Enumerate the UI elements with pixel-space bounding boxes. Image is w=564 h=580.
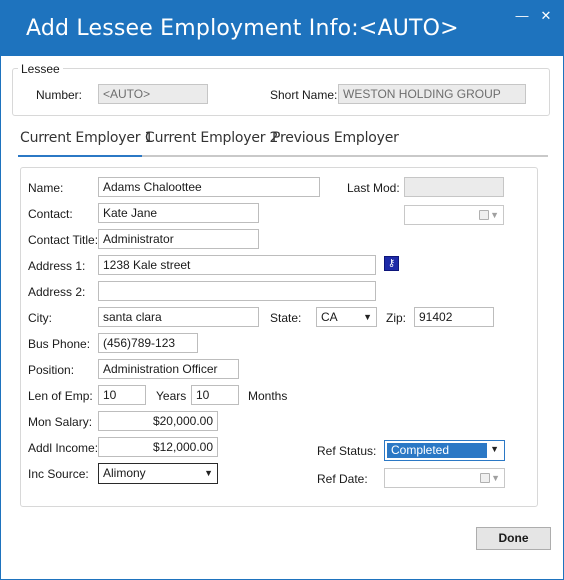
city-label: City: <box>28 311 52 325</box>
mon-salary-input[interactable]: $20,000.00 <box>98 411 218 431</box>
position-label: Position: <box>28 363 75 377</box>
chevron-down-icon: ▼ <box>490 444 499 454</box>
addl-income-input[interactable]: $12,000.00 <box>98 437 218 457</box>
state-value: CA <box>321 310 338 324</box>
number-field: <AUTO> <box>98 84 208 104</box>
city-input[interactable]: santa clara <box>98 307 259 327</box>
short-name-label: Short Name: <box>270 88 338 102</box>
contact-title-label: Contact Title: <box>28 233 99 247</box>
calendar-icon <box>480 473 490 483</box>
tab-current-employer-2[interactable]: Current Employer 2 <box>145 130 278 146</box>
state-select[interactable]: CA ▼ <box>316 307 377 327</box>
bus-phone-label: Bus Phone: <box>28 337 91 351</box>
address1-label: Address 1: <box>28 259 86 273</box>
ref-date-picker[interactable]: ▼ <box>384 468 505 488</box>
close-button[interactable]: ✕ <box>536 6 556 26</box>
address2-input[interactable] <box>98 281 376 301</box>
inc-source-label: Inc Source: <box>28 467 89 481</box>
chevron-down-icon: ▼ <box>363 312 372 322</box>
lessee-legend: Lessee <box>18 62 63 76</box>
last-mod-field <box>404 177 504 197</box>
inc-source-value: Alimony <box>103 466 146 480</box>
ref-status-select[interactable]: Completed ▼ <box>384 440 505 461</box>
bus-phone-input[interactable]: (456)789-123 <box>98 333 198 353</box>
key-icon: ⚷ <box>387 258 396 269</box>
contact-label: Contact: <box>28 207 73 221</box>
ref-status-value: Completed <box>387 443 487 458</box>
zip-label: Zip: <box>386 311 407 325</box>
contact-title-input[interactable]: Administrator <box>98 229 259 249</box>
done-button[interactable]: Done <box>476 527 551 550</box>
chevron-down-icon: ▼ <box>490 210 499 220</box>
minimize-button[interactable]: — <box>512 6 532 26</box>
last-mod-label: Last Mod: <box>347 181 400 195</box>
last-mod-date-picker: ▼ <box>404 205 504 225</box>
months-label: Months <box>248 389 288 403</box>
employer-tabs: Current Employer 1 Current Employer 2 Pr… <box>18 130 548 158</box>
contact-input[interactable]: Kate Jane <box>98 203 259 223</box>
name-label: Name: <box>28 181 64 195</box>
active-tab-indicator <box>18 155 142 157</box>
inc-source-select[interactable]: Alimony ▼ <box>98 463 218 484</box>
title-bar: Add Lessee Employment Info:<AUTO> — ✕ <box>0 0 564 56</box>
name-input[interactable]: Adams Chaloottee <box>98 177 320 197</box>
window-title: Add Lessee Employment Info:<AUTO> <box>26 16 459 41</box>
len-emp-label: Len of Emp: <box>28 389 93 403</box>
address1-input[interactable]: 1238 Kale street <box>98 255 376 275</box>
ref-date-label: Ref Date: <box>317 472 368 486</box>
addl-income-label: Addl Income: <box>28 441 99 455</box>
tab-previous-employer[interactable]: Previous Employer <box>272 130 399 146</box>
zip-input[interactable]: 91402 <box>414 307 494 327</box>
months-input[interactable]: 10 <box>191 385 239 405</box>
address2-label: Address 2: <box>28 285 86 299</box>
years-input[interactable]: 10 <box>98 385 146 405</box>
years-label: Years <box>156 389 187 403</box>
mon-salary-label: Mon Salary: <box>28 415 93 429</box>
position-input[interactable]: Administration Officer <box>98 359 239 379</box>
address-lookup-button[interactable]: ⚷ <box>384 256 399 271</box>
state-label: State: <box>270 311 302 325</box>
chevron-down-icon: ▼ <box>204 468 213 478</box>
calendar-icon <box>479 210 489 220</box>
number-label: Number: <box>36 88 83 102</box>
chevron-down-icon: ▼ <box>491 473 500 483</box>
tab-current-employer-1[interactable]: Current Employer 1 <box>20 130 153 146</box>
short-name-field: WESTON HOLDING GROUP <box>338 84 526 104</box>
ref-status-label: Ref Status: <box>317 444 377 458</box>
